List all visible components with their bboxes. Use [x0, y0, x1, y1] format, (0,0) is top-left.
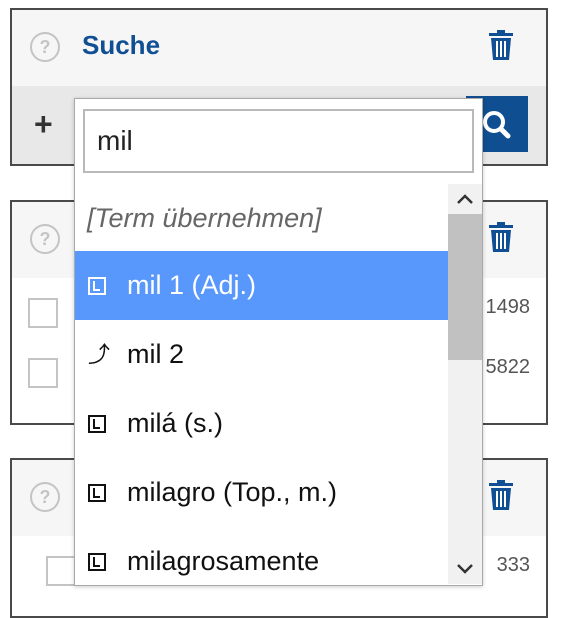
suggestion-label: milá (s.)	[127, 408, 223, 438]
suggestion-item[interactable]: milagro (Top., m.)	[75, 458, 448, 527]
suggestion-label: mil 1 (Adj.)	[127, 270, 257, 300]
help-icon[interactable]: ?	[30, 32, 60, 62]
lemma-icon	[88, 484, 106, 502]
scroll-down-arrow-icon[interactable]	[448, 554, 482, 584]
suggestion-list: [Term übernehmen] mil 1 (Adj.) ⤴ mil 2 m…	[75, 184, 448, 584]
row-checkbox[interactable]	[28, 298, 58, 328]
suggestion-label: milagro (Top., m.)	[127, 477, 338, 507]
trash-icon[interactable]	[488, 480, 514, 510]
trash-icon[interactable]	[488, 222, 514, 252]
suggestion-item[interactable]: milagrosamente	[75, 527, 448, 584]
lemma-icon	[88, 277, 106, 295]
row-id: 5822	[485, 356, 531, 378]
row-id: 1498	[485, 296, 531, 318]
panel-title: Suche	[82, 30, 161, 60]
row-checkbox[interactable]	[28, 358, 58, 388]
trash-icon[interactable]	[488, 30, 514, 60]
lemma-icon	[88, 415, 106, 433]
row-id: 333	[496, 554, 530, 576]
lemma-icon	[88, 553, 106, 571]
suggestion-item[interactable]: ⤴ mil 2	[75, 320, 448, 389]
suggestion-label: mil 2	[127, 339, 185, 369]
term-search-input[interactable]	[83, 109, 474, 173]
suggestion-label: [Term übernehmen]	[87, 203, 322, 233]
search-panel-header: ? Suche	[12, 10, 546, 86]
redirect-icon: ⤴	[88, 342, 111, 367]
suggestion-item[interactable]: mil 1 (Adj.)	[75, 251, 448, 320]
suggestion-label: milagrosamente	[127, 546, 320, 576]
scrollbar-thumb[interactable]	[448, 214, 482, 360]
help-icon[interactable]: ?	[30, 224, 60, 254]
dropdown-scrollbar[interactable]	[448, 184, 482, 584]
plus-icon[interactable]: +	[34, 106, 53, 143]
row-checkbox[interactable]	[46, 556, 76, 586]
scroll-up-arrow-icon[interactable]	[448, 184, 482, 214]
help-icon[interactable]: ?	[30, 482, 60, 512]
suggestion-item[interactable]: milá (s.)	[75, 389, 448, 458]
autocomplete-dropdown: [Term übernehmen] mil 1 (Adj.) ⤴ mil 2 m…	[74, 98, 483, 586]
suggestion-take-term[interactable]: [Term übernehmen]	[75, 184, 448, 253]
